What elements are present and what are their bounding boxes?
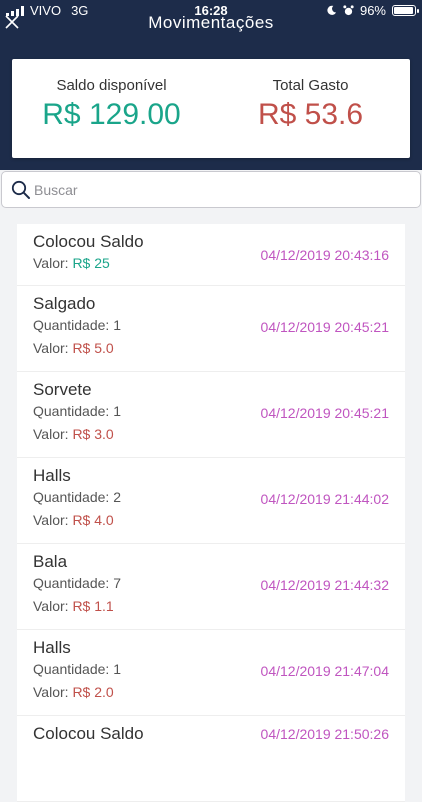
item-date: 04/12/2019 21:44:32 — [260, 577, 389, 593]
item-value-line: Valor: R$ 4.0 — [33, 509, 389, 532]
item-title: Halls — [33, 466, 71, 485]
spent-label: Total Gasto — [272, 77, 349, 94]
value-label: Valor: — [33, 598, 69, 614]
search-bar[interactable] — [1, 171, 421, 208]
value-amount: R$ 2.0 — [72, 684, 114, 700]
item-value-line: Valor: R$ 2.0 — [33, 681, 389, 704]
item-title: Sorvete — [33, 380, 92, 399]
quantity-value: 1 — [113, 403, 121, 419]
page-title: Movimentações — [148, 13, 274, 32]
value-amount: R$ 1.1 — [72, 598, 114, 614]
search-icon — [11, 180, 30, 199]
quantity-label: Quantidade: — [33, 317, 110, 333]
item-value-line: Valor: R$ 1.1 — [33, 595, 389, 618]
value-label: Valor: — [33, 426, 69, 442]
list-item[interactable]: Sorvete Quantidade: 1 Valor: R$ 3.0 04/12/2… — [17, 372, 405, 458]
value-amount: R$ 5.0 — [72, 340, 114, 356]
quantity-label: Quantidade: — [33, 403, 110, 419]
item-date: 04/12/2019 21:44:02 — [260, 491, 389, 507]
balance-value: R$ 129.00 — [42, 98, 181, 131]
value-amount: R$ 3.0 — [72, 426, 114, 442]
item-date: 04/12/2019 20:43:16 — [260, 247, 389, 263]
list-item[interactable]: Colocou Saldo 04/12/2019 21:50:26 — [17, 716, 405, 802]
quantity-value: 1 — [113, 317, 121, 333]
search-input[interactable] — [34, 178, 414, 202]
quantity-label: Quantidade: — [33, 575, 110, 591]
item-title: Salgado — [33, 294, 96, 313]
list-item[interactable]: Halls Quantidade: 1 Valor: R$ 2.0 04/12/201… — [17, 630, 405, 716]
item-value-line: Valor: R$ 3.0 — [33, 423, 389, 446]
quantity-label: Quantidade: — [33, 661, 110, 677]
item-date: 04/12/2019 20:45:21 — [260, 319, 389, 335]
balance-block: Saldo disponível R$ 129.00 — [12, 77, 211, 132]
value-label: Valor: — [33, 255, 69, 271]
spent-value: R$ 53.6 — [257, 98, 364, 131]
item-date: 04/12/2019 21:50:26 — [260, 726, 389, 742]
list-item[interactable]: Halls Quantidade: 2 Valor: R$ 4.0 04/12/201… — [17, 458, 405, 544]
transactions-list: Colocou Saldo Valor: R$ 25 04/12/2019 20:4… — [17, 224, 405, 802]
spent-block: Total Gasto R$ 53.6 — [211, 77, 410, 132]
quantity-value: 2 — [113, 489, 121, 505]
balance-label: Saldo disponível — [56, 77, 167, 94]
quantity-value: 7 — [113, 575, 121, 591]
value-label: Valor: — [33, 340, 69, 356]
value-amount: R$ 4.0 — [72, 512, 114, 528]
quantity-value: 1 — [113, 661, 121, 677]
quantity-label: Quantidade: — [33, 489, 110, 505]
value-label: Valor: — [33, 684, 69, 700]
list-item[interactable]: Bala Quantidade: 7 Valor: R$ 1.1 04/12/2019… — [17, 544, 405, 630]
value-amount: R$ 25 — [72, 255, 110, 271]
item-date: 04/12/2019 20:45:21 — [260, 405, 389, 421]
item-value-line: Valor: R$ 5.0 — [33, 337, 389, 360]
header-bar: VIVO 3G 16:28 96% Movimentações Saldo di… — [0, 0, 422, 170]
item-title: Halls — [33, 638, 71, 657]
value-label: Valor: — [33, 512, 69, 528]
list-item[interactable]: Colocou Saldo Valor: R$ 25 04/12/2019 20:4… — [17, 224, 405, 286]
item-date: 04/12/2019 21:47:04 — [260, 663, 389, 679]
item-title: Bala — [33, 552, 68, 571]
summary-card: Saldo disponível R$ 129.00 Total Gasto R… — [12, 59, 410, 158]
list-item[interactable]: Salgado Quantidade: 1 Valor: R$ 5.0 04/12/2… — [17, 286, 405, 372]
